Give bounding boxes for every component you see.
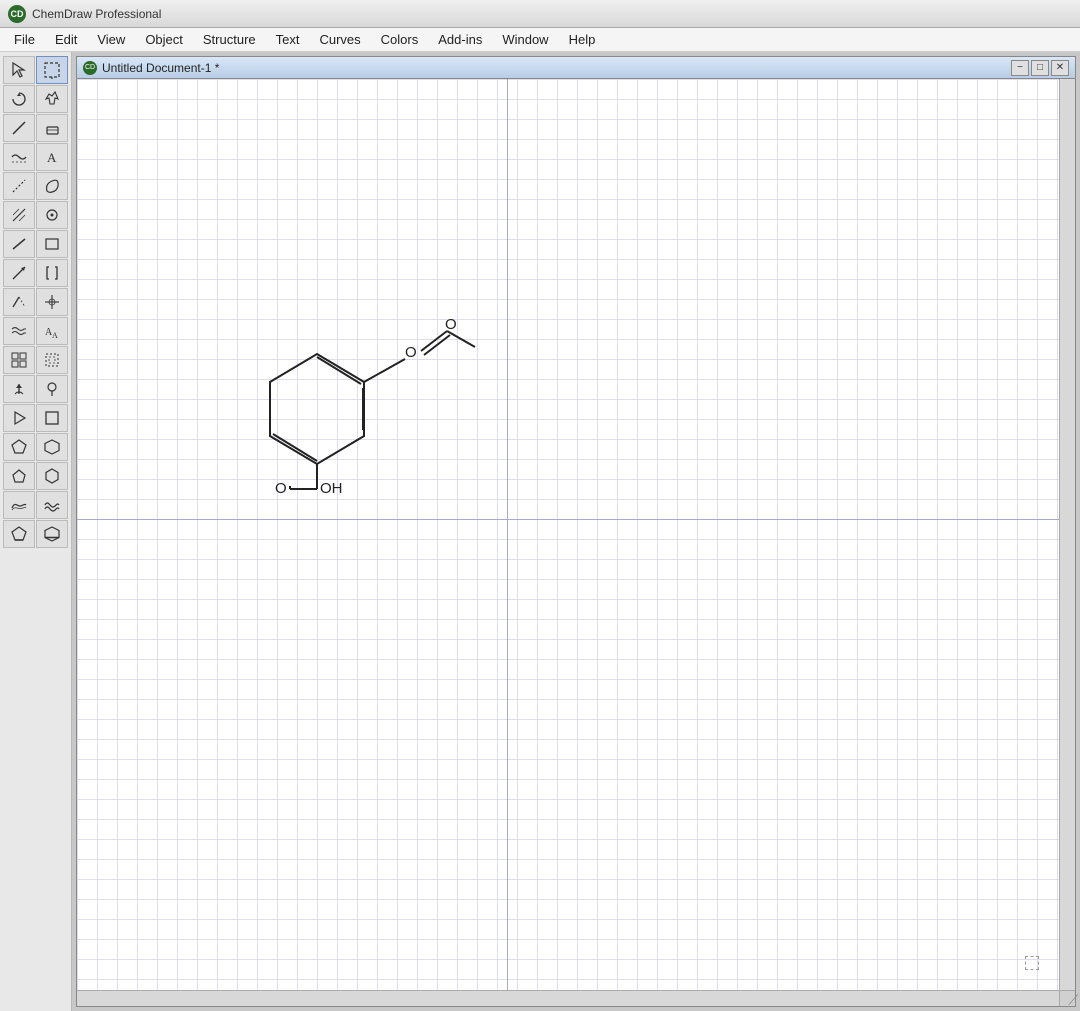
play-tool[interactable] xyxy=(3,404,35,432)
canvas-grid xyxy=(77,79,1059,990)
main-layout: A xyxy=(0,52,1080,1011)
doc-icon: CD xyxy=(83,61,97,75)
menu-help[interactable]: Help xyxy=(559,28,606,51)
tool-row-1 xyxy=(3,56,68,84)
pentagon-filled-tool[interactable] xyxy=(3,520,35,548)
svg-text:A: A xyxy=(47,150,57,165)
vertical-guide xyxy=(507,79,508,990)
menu-view[interactable]: View xyxy=(87,28,135,51)
menu-curves[interactable]: Curves xyxy=(309,28,370,51)
title-bar: CD ChemDraw Professional xyxy=(0,0,1080,28)
scale-text-tool[interactable]: AA xyxy=(36,317,68,345)
resize-indicator xyxy=(1025,956,1039,970)
tool-row-11 xyxy=(3,346,68,374)
doc-content: O O xyxy=(77,79,1075,1006)
pentagon-tool[interactable] xyxy=(3,433,35,461)
tool-row-10: AA xyxy=(3,317,68,345)
tool-row-7 xyxy=(3,230,68,258)
tool-row-15 xyxy=(3,462,68,490)
rotate-tool[interactable] xyxy=(3,85,35,113)
atom-map-tool[interactable] xyxy=(36,201,68,229)
tool-row-14 xyxy=(3,433,68,461)
svg-text:A: A xyxy=(52,331,58,340)
molecule-drawing: O O xyxy=(227,279,527,499)
lasso-select-tool[interactable] xyxy=(36,56,68,84)
tool-row-6 xyxy=(3,201,68,229)
svg-text:O: O xyxy=(275,480,287,497)
menu-edit[interactable]: Edit xyxy=(45,28,87,51)
svg-text:OH: OH xyxy=(320,480,343,497)
menu-text[interactable]: Text xyxy=(266,28,310,51)
dashed-bond-tool[interactable] xyxy=(3,172,35,200)
wavy-line-tool[interactable] xyxy=(3,143,35,171)
menu-structure[interactable]: Structure xyxy=(193,28,266,51)
tool-row-3 xyxy=(3,114,68,142)
horizontal-scrollbar[interactable] xyxy=(77,990,1059,1006)
vertical-scrollbar[interactable] xyxy=(1059,79,1075,990)
bond-tool[interactable] xyxy=(3,230,35,258)
doc-close-button[interactable]: ✕ xyxy=(1051,60,1069,76)
hatch-tool[interactable] xyxy=(3,201,35,229)
hexagon-filled-tool[interactable] xyxy=(36,520,68,548)
svg-text:O: O xyxy=(445,316,457,333)
wave4-tool[interactable] xyxy=(36,491,68,519)
wave3-tool[interactable] xyxy=(3,491,35,519)
tool-row-17 xyxy=(3,520,68,548)
grid-tool[interactable] xyxy=(3,346,35,374)
square-tool[interactable] xyxy=(36,404,68,432)
horizontal-guide xyxy=(77,519,1059,520)
eraser-tool[interactable] xyxy=(36,114,68,142)
lasso-curve-tool[interactable] xyxy=(36,172,68,200)
select-arrow-tool[interactable] xyxy=(3,56,35,84)
tool-row-16 xyxy=(3,491,68,519)
tool-row-12 xyxy=(3,375,68,403)
cyclopentane-tool[interactable] xyxy=(3,462,35,490)
doc-window: CD Untitled Document-1 * − □ ✕ xyxy=(76,56,1076,1007)
zoom-tool[interactable] xyxy=(36,85,68,113)
tool-row-13 xyxy=(3,404,68,432)
svg-text:O: O xyxy=(405,344,417,361)
menu-addins[interactable]: Add-ins xyxy=(428,28,492,51)
text-tool[interactable]: A xyxy=(36,143,68,171)
tool-row-4: A xyxy=(3,143,68,171)
tool-row-5 xyxy=(3,172,68,200)
tool-row-9 xyxy=(3,288,68,316)
app-icon: CD xyxy=(8,5,26,23)
arrow-tool[interactable] xyxy=(3,259,35,287)
tool-row-2 xyxy=(3,85,68,113)
doc-minimize-button[interactable]: − xyxy=(1011,60,1029,76)
double-wavy-tool[interactable] xyxy=(3,317,35,345)
tool-row-8 xyxy=(3,259,68,287)
menu-object[interactable]: Object xyxy=(135,28,193,51)
canvas-area[interactable]: O O xyxy=(77,79,1059,990)
menu-colors[interactable]: Colors xyxy=(371,28,429,51)
app-title: ChemDraw Professional xyxy=(32,7,161,21)
crosshair-tool[interactable] xyxy=(36,288,68,316)
dotted-rect-tool[interactable] xyxy=(36,346,68,374)
arrow-up-tool[interactable] xyxy=(3,375,35,403)
bracket-tool[interactable] xyxy=(36,259,68,287)
window-resize-handle[interactable]: ⟋ xyxy=(1068,992,1078,1009)
hexagon-tool[interactable] xyxy=(36,433,68,461)
menu-file[interactable]: File xyxy=(4,28,45,51)
doc-title: Untitled Document-1 * xyxy=(102,61,1009,75)
doc-titlebar: CD Untitled Document-1 * − □ ✕ xyxy=(77,57,1075,79)
menu-window[interactable]: Window xyxy=(492,28,558,51)
doc-area: CD Untitled Document-1 * − □ ✕ xyxy=(72,52,1080,1011)
angle-bond-tool[interactable] xyxy=(3,288,35,316)
pin-tool[interactable] xyxy=(36,375,68,403)
menu-bar: File Edit View Object Structure Text Cur… xyxy=(0,28,1080,52)
cyclohexane-tool[interactable] xyxy=(36,462,68,490)
line-tool[interactable] xyxy=(3,114,35,142)
left-toolbar: A xyxy=(0,52,72,1011)
rect-select-tool[interactable] xyxy=(36,230,68,258)
doc-restore-button[interactable]: □ xyxy=(1031,60,1049,76)
